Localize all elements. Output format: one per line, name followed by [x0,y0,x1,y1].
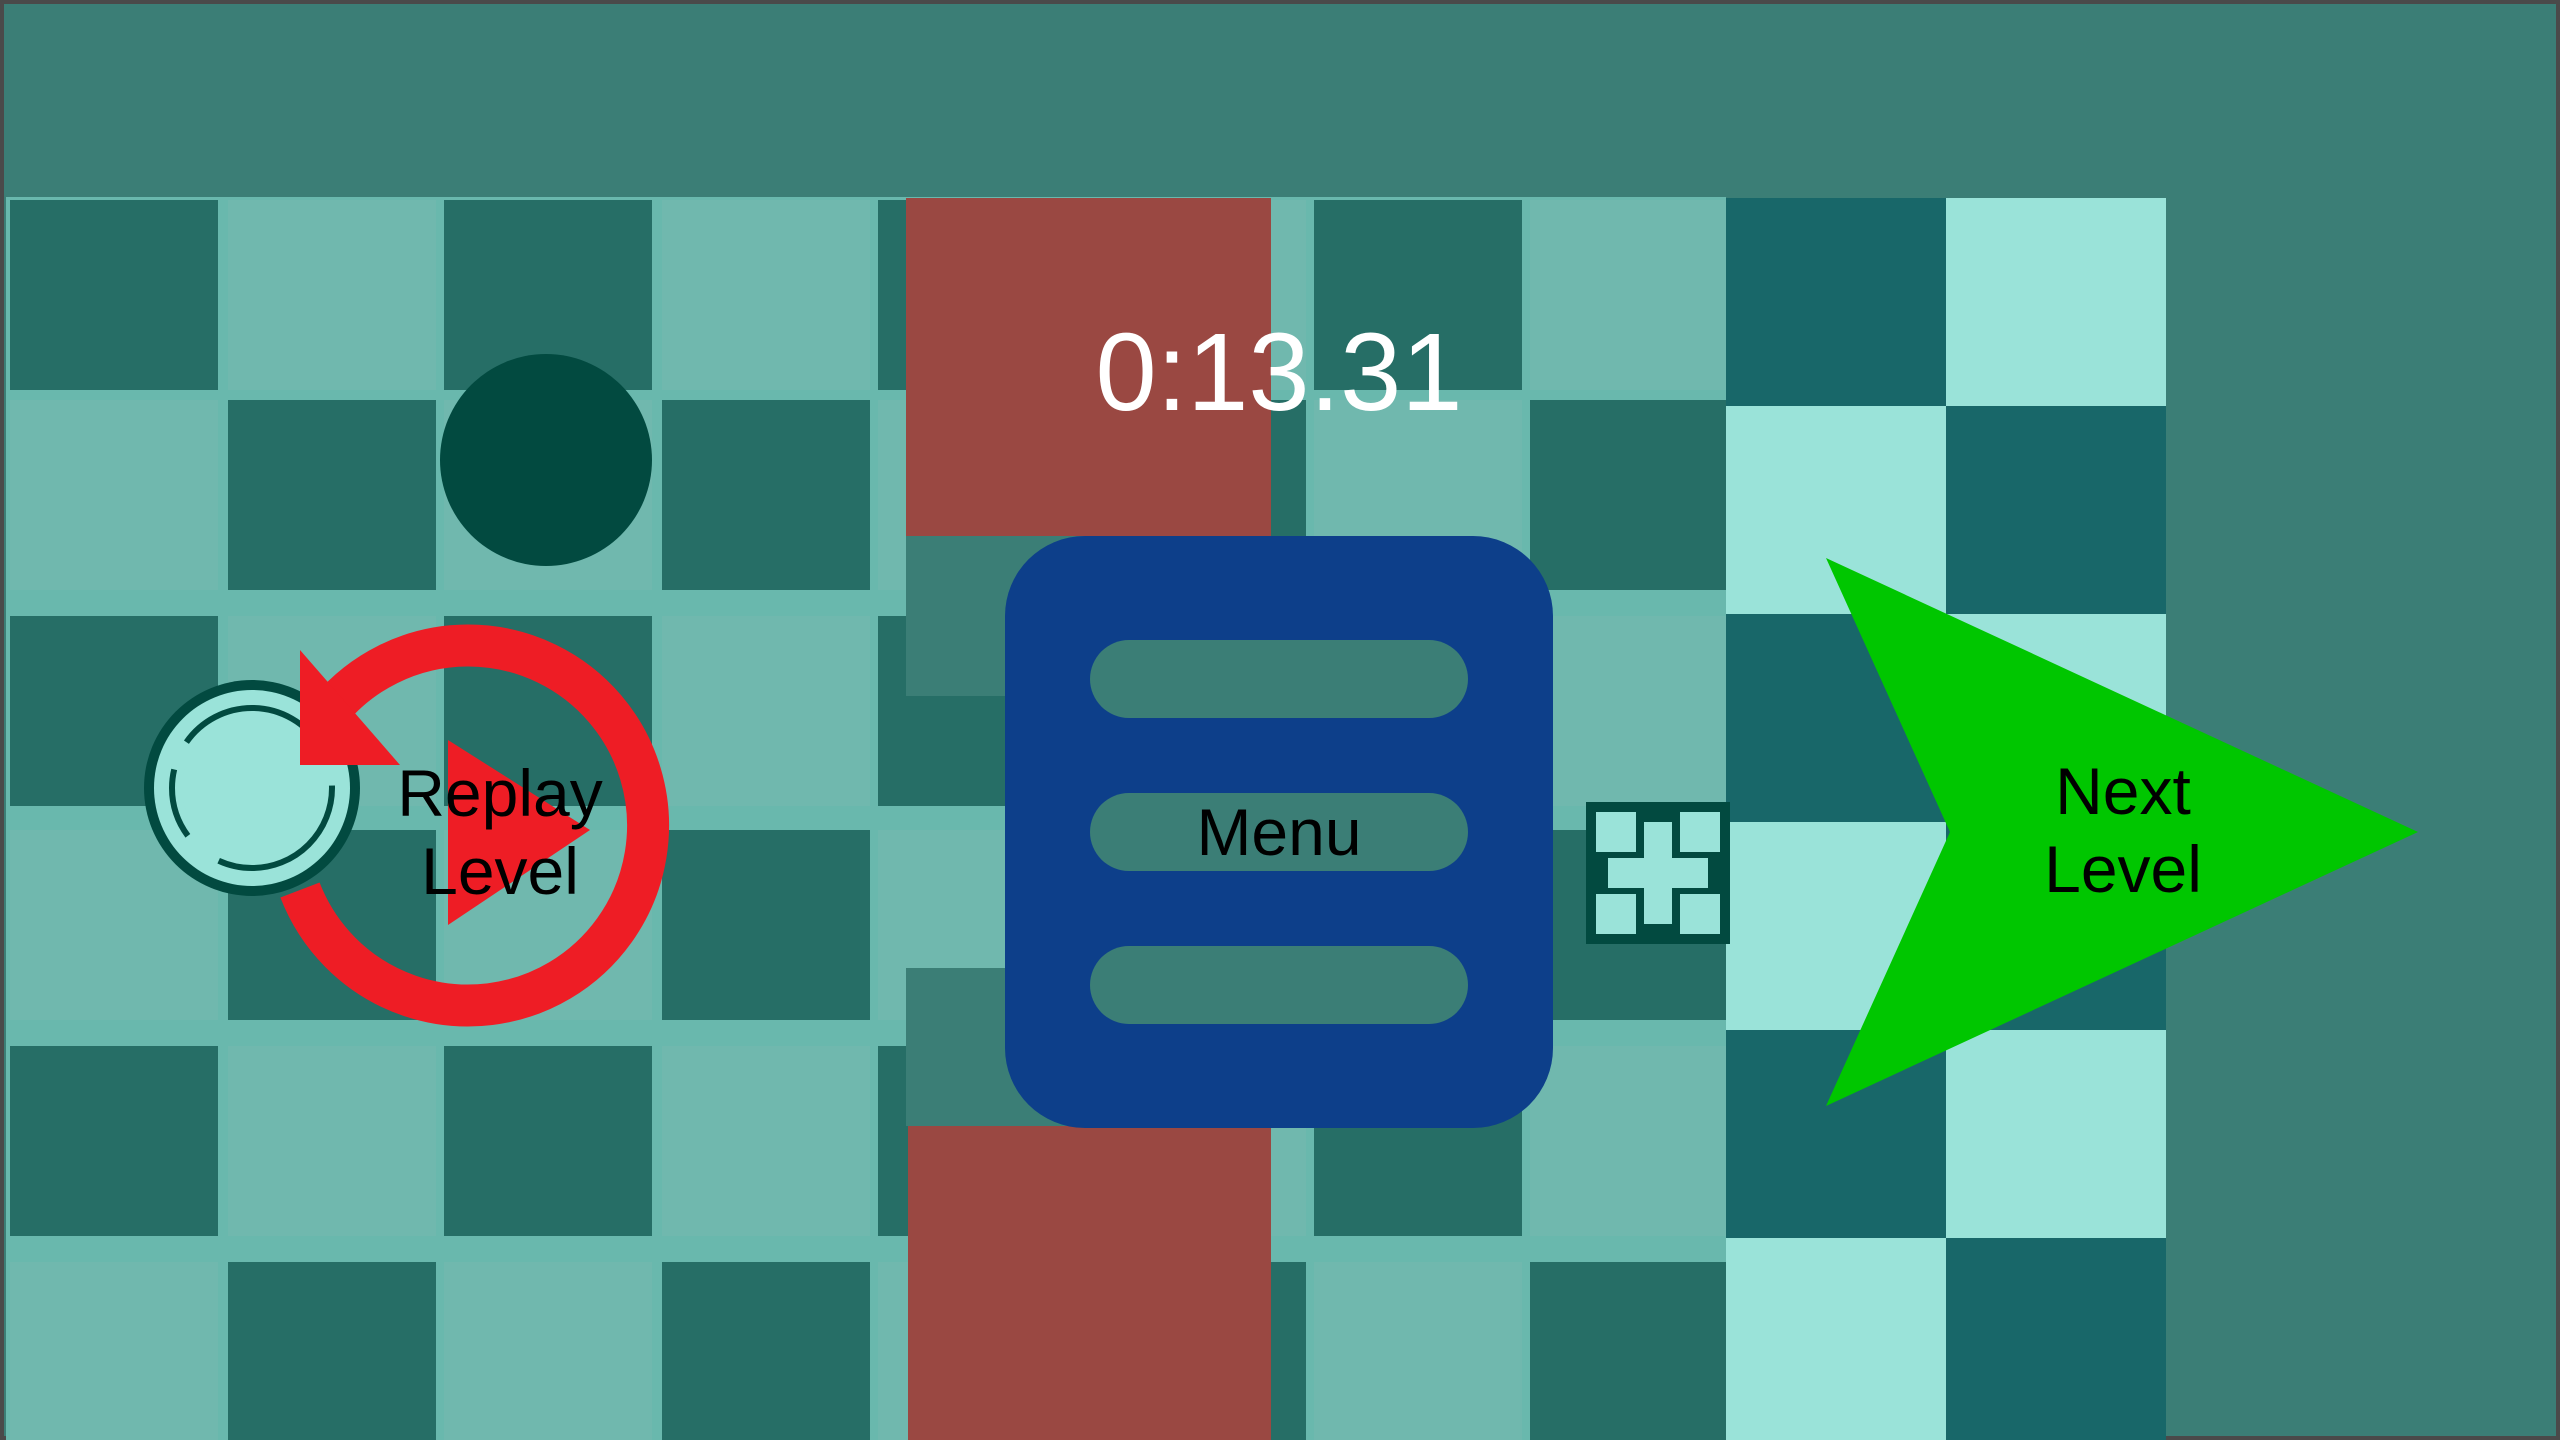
board-tile [662,1262,870,1440]
dark-circle-target [440,354,652,566]
replay-label-line1: Replay [397,756,602,830]
panel-tile [1946,406,2166,614]
panel-tile [1726,1238,1946,1440]
replay-label-line2: Level [421,834,579,908]
level-timer: 0:13.31 [1095,311,1462,434]
panel-tile [1946,1238,2166,1440]
board-tile [662,830,870,1020]
board-tile [1530,1262,1726,1440]
board-tile [10,200,218,390]
board-tile [228,200,436,390]
menu-button[interactable]: Menu [1005,536,1553,1128]
panel-tile [1726,406,1946,614]
board-tile [1314,1262,1522,1440]
board-tile [662,1046,870,1236]
next-label-line2: Level [2044,832,2202,906]
board-tile [228,1262,436,1440]
panel-tile [1946,198,2166,406]
board-tile [10,1046,218,1236]
board-tile [1530,616,1726,806]
board-tile [10,1262,218,1440]
board-tile [662,400,870,590]
board-tile [1530,200,1726,390]
panel-tile [1946,1030,2166,1238]
board-tile [444,1262,652,1440]
board-tile [662,200,870,390]
plus-tile-icon [1586,802,1730,944]
next-label-line1: Next [2055,754,2191,828]
board-tile [228,1046,436,1236]
board-tile [1530,400,1726,590]
board-tile [444,1046,652,1236]
red-blocker-bottom [908,1126,1271,1440]
board-tile [662,616,870,806]
board-tile [10,400,218,590]
panel-tile [1726,198,1946,406]
menu-label: Menu [1196,795,1361,869]
board-tile [228,400,436,590]
board-tile [1530,1046,1726,1236]
